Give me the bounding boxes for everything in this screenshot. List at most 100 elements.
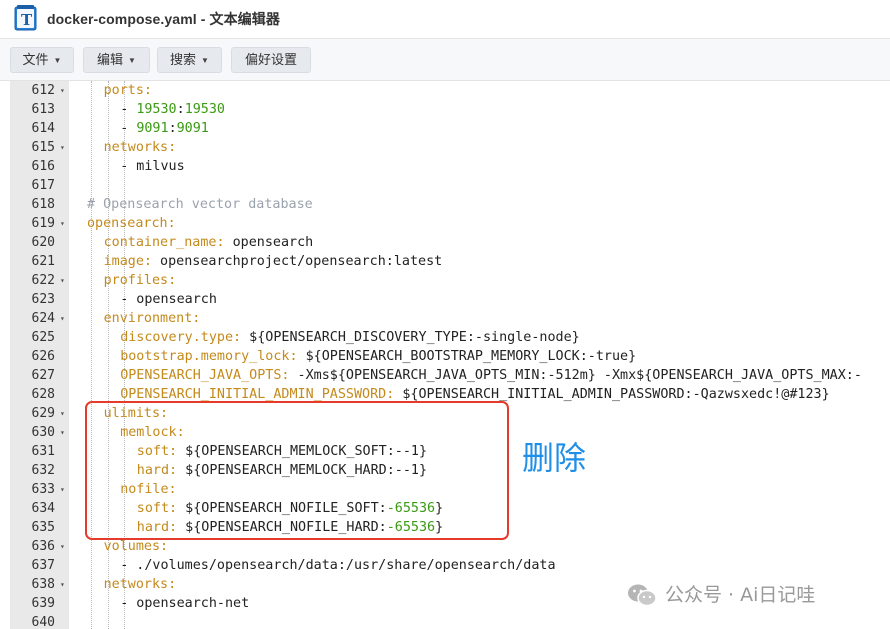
line-number: 617 [10, 176, 69, 195]
line-number-text: 639 [31, 596, 55, 611]
code-line[interactable]: discovery.type: ${OPENSEARCH_DISCOVERY_T… [120, 328, 580, 347]
code-line[interactable]: networks: [104, 138, 177, 157]
line-number: 628 [10, 385, 69, 404]
line-number-text: 635 [31, 520, 55, 535]
line-number: 630 ▾ [10, 423, 69, 442]
line-number: 631 [10, 442, 69, 461]
code-token: ${OPENSEARCH_INITIAL_ADMIN_PASSWORD:-Qaz… [394, 387, 830, 402]
code-line[interactable]: bootstrap.memory_lock: ${OPENSEARCH_BOOT… [120, 347, 636, 366]
code-token: ports: [103, 83, 152, 98]
fold-toggle-icon[interactable]: ▾ [60, 480, 65, 499]
code-line[interactable]: OPENSEARCH_JAVA_OPTS: -Xms${OPENSEARCH_J… [120, 366, 862, 385]
line-number-text: 640 [31, 615, 55, 629]
fold-toggle-icon[interactable]: ▾ [60, 537, 65, 556]
line-number: 637 [10, 556, 69, 575]
line-number-text: 614 [31, 121, 55, 136]
line-number-text: 618 [31, 197, 55, 212]
line-number-text: 633 [31, 482, 55, 497]
title-bar: T docker-compose.yaml - 文本编辑器 [0, 0, 890, 39]
code-line[interactable]: # Opensearch vector database [87, 195, 313, 214]
code-token: : [176, 102, 185, 117]
fold-toggle-icon[interactable]: ▾ [60, 423, 65, 442]
code-line[interactable]: ports: [104, 81, 152, 100]
code-token: ${OPENSEARCH_BOOTSTRAP_MEMORY_LOCK:-true… [297, 349, 637, 364]
line-number: 620 [10, 233, 69, 252]
delete-highlight-box [85, 401, 509, 540]
code-line[interactable]: profiles: [104, 271, 177, 290]
line-number-text: 616 [31, 159, 55, 174]
code-token: container_name: [103, 235, 225, 250]
svg-text:T: T [21, 11, 33, 29]
line-number-text: 632 [31, 463, 55, 478]
line-number-gutter: 612 ▾ 613 614 615 ▾ 616 617 618 619 ▾ 620 621 622 ▾ 623… [10, 81, 69, 629]
code-line[interactable]: opensearch: [87, 214, 176, 233]
line-number: 619 ▾ [10, 214, 69, 233]
code-token: - ./volumes/opensearch/data:/usr/share/o… [120, 558, 556, 573]
fold-toggle-icon[interactable]: ▾ [60, 309, 65, 328]
line-number-text: 637 [31, 558, 55, 573]
line-number: 623 [10, 290, 69, 309]
line-number: 625 [10, 328, 69, 347]
line-number: 624 ▾ [10, 309, 69, 328]
line-number: 632 [10, 461, 69, 480]
code-token: 9091 [176, 121, 209, 136]
fold-toggle-icon[interactable]: ▾ [60, 404, 65, 423]
line-number-text: 630 [31, 425, 55, 440]
code-editor[interactable]: 612 ▾ 613 614 615 ▾ 616 617 618 619 ▾ 620 621 622 ▾ 623… [10, 81, 890, 629]
code-token: volumes: [103, 539, 169, 554]
toolbar: 文件 ▼ 编辑 ▼ 搜索 ▼ 偏好设置 [0, 39, 890, 81]
indent-guide [91, 81, 92, 629]
fold-toggle-icon[interactable]: ▾ [60, 138, 65, 157]
code-line[interactable]: networks: [104, 575, 177, 594]
fold-toggle-icon[interactable]: ▾ [60, 81, 65, 100]
code-token: - [120, 102, 137, 117]
search-menu-label: 搜索 [170, 52, 197, 67]
line-number: 621 [10, 252, 69, 271]
code-line[interactable]: - opensearch-net [120, 594, 249, 613]
code-line[interactable]: - ./volumes/opensearch/data:/usr/share/o… [120, 556, 555, 575]
fold-toggle-icon[interactable]: ▾ [60, 575, 65, 594]
search-menu-button[interactable]: 搜索 ▼ [157, 47, 222, 73]
delete-annotation: 删除 [522, 439, 587, 477]
code-line[interactable]: environment: [104, 309, 201, 328]
code-token: image: [103, 254, 152, 269]
line-number-text: 628 [31, 387, 55, 402]
line-number-text: 634 [31, 501, 55, 516]
line-number: 636 ▾ [10, 537, 69, 556]
line-number: 638 ▾ [10, 575, 69, 594]
line-number-text: 625 [31, 330, 55, 345]
edit-menu-button[interactable]: 编辑 ▼ [83, 47, 150, 73]
code-token: - opensearch-net [120, 596, 250, 611]
code-token: # Opensearch vector database [87, 197, 313, 212]
code-line[interactable]: image: opensearchproject/opensearch:late… [104, 252, 443, 271]
code-line[interactable]: - milvus [120, 157, 185, 176]
line-number: 626 [10, 347, 69, 366]
line-number-text: 613 [31, 102, 55, 117]
code-token: opensearch: [87, 216, 176, 231]
code-token: environment: [103, 311, 201, 326]
caret-down-icon: ▼ [53, 56, 62, 65]
code-token: 19530 [136, 102, 177, 117]
line-number-text: 619 [31, 216, 55, 231]
line-number-text: 636 [31, 539, 55, 554]
line-number: 629 ▾ [10, 404, 69, 423]
fold-toggle-icon[interactable]: ▾ [60, 214, 65, 233]
code-line[interactable]: - 19530:19530 [120, 100, 225, 119]
code-token: opensearch [224, 235, 314, 250]
line-number: 618 [10, 195, 69, 214]
line-number-text: 615 [31, 140, 55, 155]
fold-toggle-icon[interactable]: ▾ [60, 271, 65, 290]
code-line[interactable]: container_name: opensearch [104, 233, 314, 252]
code-line[interactable]: - 9091:9091 [120, 119, 209, 138]
wechat-icon [627, 583, 657, 607]
line-number-text: 629 [31, 406, 55, 421]
code-token: OPENSEARCH_INITIAL_ADMIN_PASSWORD: [120, 387, 395, 402]
preferences-button[interactable]: 偏好设置 [231, 47, 311, 73]
code-area[interactable]: ports: - 19530:19530- 9091:9091 networks: -… [69, 81, 890, 629]
code-token: - opensearch [120, 292, 217, 307]
line-number: 614 [10, 119, 69, 138]
file-menu-button[interactable]: 文件 ▼ [10, 47, 74, 73]
line-number: 635 [10, 518, 69, 537]
code-line[interactable]: - opensearch [120, 290, 217, 309]
code-token: - milvus [120, 159, 185, 174]
